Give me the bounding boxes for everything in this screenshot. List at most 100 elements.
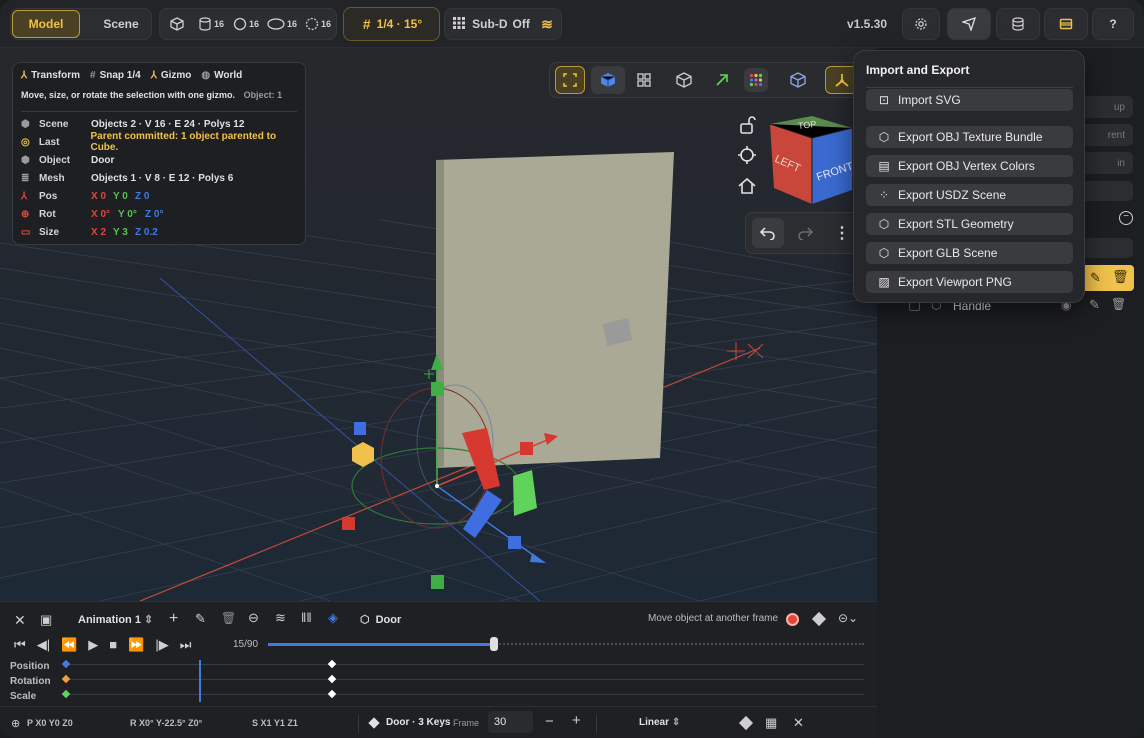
snap-button[interactable]: # 1/4 · 15° xyxy=(343,7,440,41)
rewind-icon[interactable]: ⏪ xyxy=(61,637,77,653)
film-strip-icon[interactable]: ▣ xyxy=(40,612,52,628)
key-scale-1[interactable] xyxy=(327,689,337,699)
track-position[interactable]: Position xyxy=(10,661,49,672)
move-icon: ⅄ xyxy=(21,190,28,202)
delete-icon[interactable]: 🗑 xyxy=(1111,297,1126,311)
fast-forward-icon[interactable]: ⏩ xyxy=(128,637,144,653)
blank-button[interactable] xyxy=(1077,181,1133,201)
minus-circle-icon[interactable]: − xyxy=(1119,211,1133,225)
frame-input[interactable]: 30 xyxy=(488,711,533,733)
target-object[interactable]: ⬡ Door xyxy=(360,613,401,626)
database-button[interactable] xyxy=(996,8,1040,40)
scrubber-thumb[interactable] xyxy=(490,637,499,651)
interp-select[interactable]: Linear ⇕ xyxy=(639,717,680,728)
settings-button[interactable] xyxy=(902,8,940,40)
history-controls: ⋮ xyxy=(745,212,865,254)
cube-icon[interactable] xyxy=(168,16,186,32)
step-back-icon[interactable]: ◀| xyxy=(37,637,50,653)
tab-scene[interactable]: Scene xyxy=(91,10,151,38)
grid-icon[interactable]: ▦ xyxy=(765,715,777,731)
menu-item-export-usdz[interactable]: ⁘ Export USDZ Scene xyxy=(866,184,1073,206)
import-export-button[interactable] xyxy=(947,8,991,40)
import-export-menu: Import and Export ⊡ Import SVG ⬡ Export OB… xyxy=(853,50,1085,303)
sphere-button[interactable]: 16 xyxy=(230,16,262,32)
play-icon[interactable]: ▶ xyxy=(88,637,98,653)
more-options-icon[interactable]: ⊝⌄ xyxy=(838,611,858,625)
clear-icon[interactable]: ✕ xyxy=(793,715,804,731)
key-rotation-1[interactable] xyxy=(327,674,337,684)
parent-button[interactable]: rent xyxy=(1077,124,1133,146)
edit-pencil-icon[interactable]: ✎ xyxy=(1090,270,1101,286)
faces-grid-icon[interactable] xyxy=(636,72,652,88)
step-forward-icon[interactable]: |▶ xyxy=(155,637,168,653)
key-position-1[interactable] xyxy=(327,659,337,669)
object-mode-icon[interactable] xyxy=(591,66,625,94)
mode-transform[interactable]: Transform xyxy=(31,70,80,81)
lock-open-icon[interactable] xyxy=(737,115,757,135)
help-button[interactable]: ? xyxy=(1092,8,1134,40)
tab-model[interactable]: Model xyxy=(12,10,80,38)
undo-icon[interactable] xyxy=(752,218,784,248)
stop-icon[interactable]: ■ xyxy=(109,637,117,653)
select-frame-icon[interactable] xyxy=(555,66,585,94)
mode-gizmo[interactable]: Gizmo xyxy=(161,70,192,81)
frame-counter: 15/90 xyxy=(233,639,259,650)
scene-dots-icon: ⁘ xyxy=(878,188,890,202)
menu-item-export-obj-vertex[interactable]: ▤ Export OBJ Vertex Colors xyxy=(866,155,1073,177)
join-button[interactable]: in xyxy=(1077,152,1133,174)
wire-cube-icon[interactable] xyxy=(676,72,692,88)
key-rotation-0[interactable] xyxy=(61,674,71,684)
track-scale[interactable]: Scale xyxy=(10,691,36,702)
pencil-icon[interactable]: ✎ xyxy=(1089,297,1100,313)
skip-end-icon[interactable]: ⏭ xyxy=(180,637,192,653)
snap-control[interactable]: # 1/4 · 15° xyxy=(344,8,441,40)
hash-icon: # xyxy=(90,70,96,81)
blank-button-2[interactable] xyxy=(1077,238,1133,258)
timeline-button[interactable] xyxy=(1044,8,1088,40)
edit-icon[interactable]: ✎ xyxy=(195,611,206,627)
plus-icon[interactable]: + xyxy=(572,712,581,729)
key-position-0[interactable] xyxy=(61,659,71,669)
menu-item-export-obj-texture[interactable]: ⬡ Export OBJ Texture Bundle xyxy=(866,126,1073,148)
cylinder-button[interactable]: 16 xyxy=(194,16,228,32)
add-keyframe-icon[interactable] xyxy=(738,715,754,731)
add-icon[interactable]: + xyxy=(169,610,178,628)
scrubber-track[interactable] xyxy=(268,637,864,651)
key-scale-0[interactable] xyxy=(61,689,71,699)
clip-select[interactable]: Animation 1 ⇕ xyxy=(78,613,153,626)
torus-icon xyxy=(267,17,285,31)
trash-icon[interactable]: 🗑 xyxy=(221,611,236,625)
mode-world[interactable]: World xyxy=(214,70,242,81)
more-vertical-icon[interactable]: ⋮ xyxy=(832,218,852,248)
crosshair-icon[interactable] xyxy=(737,145,757,165)
sliders-icon[interactable]: ≋ xyxy=(275,610,286,626)
arrow-up-right-icon[interactable] xyxy=(714,72,730,88)
sliders-icon[interactable]: ≋ xyxy=(535,10,559,38)
menu-item-export-png[interactable]: ▨ Export Viewport PNG xyxy=(866,271,1073,293)
subd-toggle[interactable]: Sub-D Off xyxy=(451,10,531,38)
record-icon[interactable] xyxy=(786,613,799,626)
waveform-icon[interactable]: ǁǁ xyxy=(301,610,312,625)
redo-icon[interactable] xyxy=(790,218,820,248)
menu-item-export-stl[interactable]: ⬡ Export STL Geometry xyxy=(866,213,1073,235)
menu-item-export-glb[interactable]: ⬡ Export GLB Scene xyxy=(866,242,1073,264)
color-dots-icon[interactable] xyxy=(744,68,768,92)
layers-icon[interactable]: ◈ xyxy=(328,610,338,626)
mode-snap[interactable]: Snap 1/4 xyxy=(100,70,141,81)
torus-button[interactable]: 16 xyxy=(264,16,300,32)
minus-icon[interactable]: − xyxy=(545,713,554,730)
cone-button[interactable]: 16 xyxy=(302,16,334,32)
close-icon[interactable]: ✕ xyxy=(14,612,26,629)
view-cube[interactable]: TOP LEFT FRONT xyxy=(766,114,856,206)
skip-start-icon[interactable]: ⏮ xyxy=(14,637,26,653)
minus-circle-icon[interactable]: ⊖ xyxy=(248,610,259,626)
selected-row-highlight[interactable]: ✎ 🗑 xyxy=(1080,265,1134,291)
group-button[interactable]: up xyxy=(1077,96,1133,118)
trash-icon[interactable]: 🗑 xyxy=(1112,269,1129,285)
mesh-cube-icon[interactable] xyxy=(790,72,806,88)
playhead[interactable] xyxy=(199,660,201,702)
menu-item-import-svg[interactable]: ⊡ Import SVG xyxy=(866,89,1073,111)
home-icon[interactable] xyxy=(737,176,757,196)
track-rotation[interactable]: Rotation xyxy=(10,676,51,687)
keyframe-icon[interactable] xyxy=(811,611,827,627)
